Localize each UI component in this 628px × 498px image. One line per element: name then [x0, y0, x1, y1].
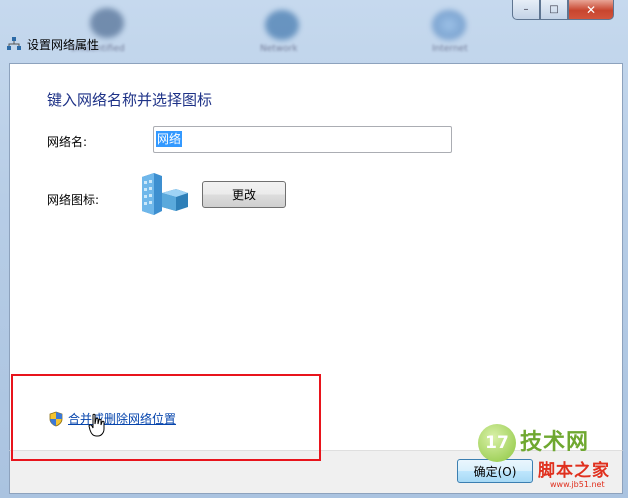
watermark-badge: 17: [478, 424, 516, 462]
network-icon: [265, 10, 299, 40]
title-bar: 设置网络属性: [6, 34, 99, 54]
change-icon-button[interactable]: 更改: [202, 181, 286, 208]
network-icon-label: 网络图标:: [47, 193, 100, 207]
globe-icon: [432, 10, 466, 40]
background-label: Internet: [432, 44, 468, 54]
network-name-value: 网络: [156, 131, 183, 147]
watermark-title: 技术网: [520, 430, 590, 455]
network-location-icon: [140, 171, 190, 215]
watermark-subtitle: 脚本之家: [538, 461, 610, 481]
background-network-map: Unidentified Network Internet: [60, 0, 490, 60]
window-title: 设置网络属性: [27, 37, 100, 52]
network-name-input[interactable]: 网络: [153, 126, 452, 153]
maximize-button[interactable]: □: [540, 0, 568, 20]
background-label: Network: [260, 44, 298, 54]
caption-buttons: – □ ✕: [512, 0, 614, 20]
window-frame: Unidentified Network Internet – □ ✕ 设置网络…: [0, 0, 628, 498]
network-icon: [6, 36, 22, 52]
page-title: 键入网络名称并选择图标: [47, 91, 213, 109]
close-button[interactable]: ✕: [568, 0, 614, 20]
minimize-button[interactable]: –: [512, 0, 540, 20]
highlight-box: [11, 374, 321, 461]
network-name-label: 网络名:: [47, 135, 88, 149]
watermark: 17 技术网 脚本之家 www.jb51.net: [476, 420, 626, 496]
watermark-url: www.jb51.net: [550, 480, 605, 489]
